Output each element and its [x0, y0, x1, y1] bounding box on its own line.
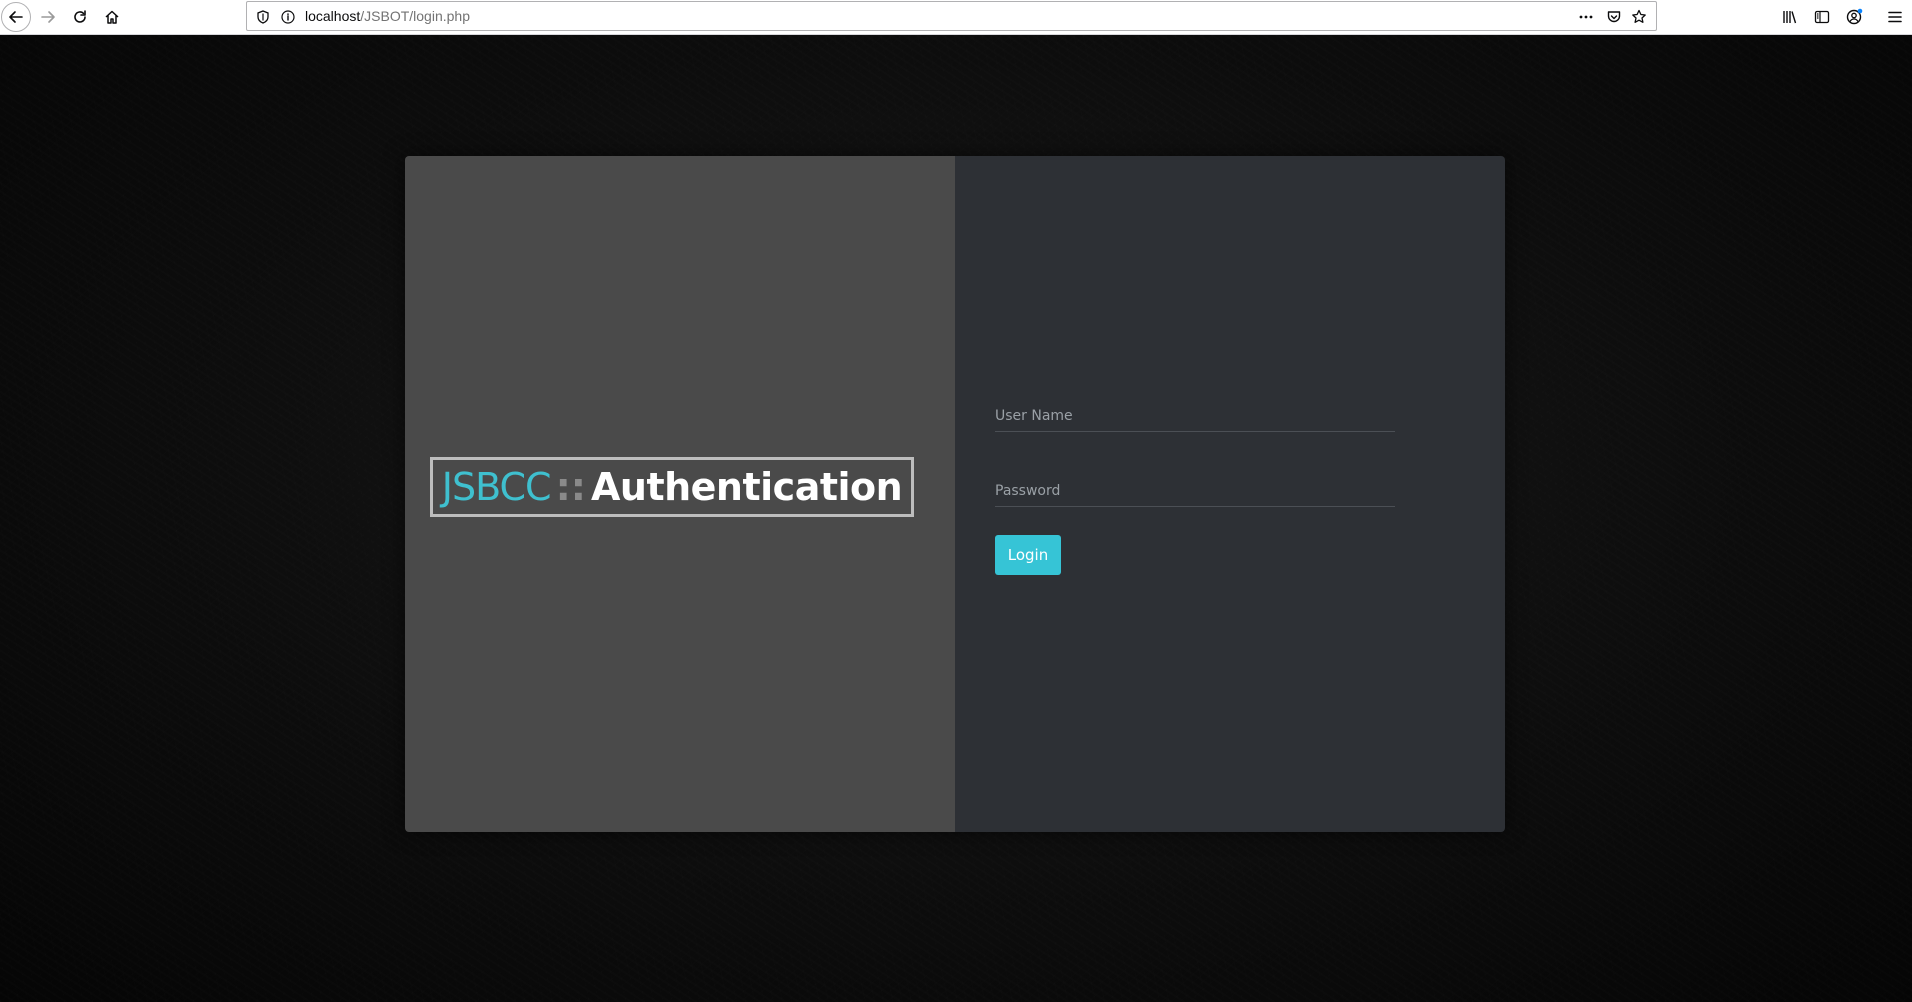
back-button[interactable] — [1, 2, 31, 32]
home-button[interactable] — [98, 3, 126, 31]
login-button[interactable]: Login — [995, 535, 1061, 575]
account-button[interactable] — [1840, 3, 1868, 31]
sidebar-button[interactable] — [1808, 3, 1836, 31]
url-path: /JSBOT/login.php — [360, 8, 470, 24]
info-icon[interactable] — [280, 9, 296, 25]
brand-title: Authentication — [590, 465, 903, 509]
login-form-panel: Login — [955, 156, 1505, 832]
pocket-icon[interactable] — [1606, 9, 1622, 25]
star-icon[interactable] — [1631, 9, 1647, 25]
url-text[interactable]: localhost/JSBOT/login.php — [305, 8, 470, 24]
brand-prefix: JSBCC — [441, 465, 552, 509]
username-input[interactable] — [995, 400, 1395, 431]
hamburger-menu-icon — [1887, 9, 1903, 25]
library-icon — [1782, 9, 1798, 25]
password-input[interactable] — [995, 475, 1395, 506]
reload-button[interactable] — [66, 3, 94, 31]
password-field — [995, 475, 1395, 507]
library-button[interactable] — [1776, 3, 1804, 31]
more-dots-icon[interactable] — [1578, 9, 1594, 25]
url-host: localhost — [305, 8, 361, 24]
home-icon — [104, 9, 120, 25]
sidebar-icon — [1814, 9, 1830, 25]
username-field — [995, 400, 1395, 432]
forward-arrow-icon — [40, 9, 56, 25]
reload-icon — [72, 9, 88, 25]
url-bar[interactable]: localhost/JSBOT/login.php — [246, 1, 1657, 31]
page-background: JSBCC::Authentication Login — [0, 35, 1912, 1002]
menu-button[interactable] — [1881, 3, 1909, 31]
account-icon — [1845, 8, 1863, 26]
brand-panel: JSBCC:: Authentication — [405, 156, 955, 832]
back-arrow-icon — [8, 9, 24, 25]
browser-toolbar: localhost/JSBOT/login.php — [0, 0, 1912, 35]
login-card: JSBCC::Authentication Login — [405, 156, 1505, 832]
forward-button[interactable] — [34, 3, 62, 31]
shield-icon[interactable] — [255, 9, 271, 25]
brand-logo-box: JSBCC:: Authentication — [430, 457, 914, 517]
brand-separator: :: — [555, 465, 586, 509]
